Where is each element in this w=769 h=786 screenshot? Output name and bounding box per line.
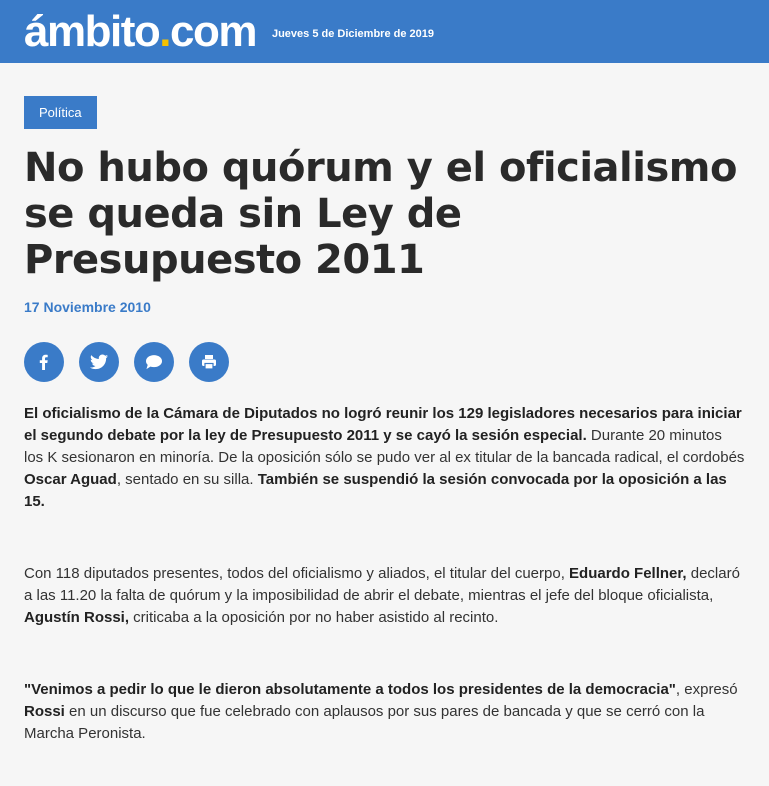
logo-tld: com (169, 6, 257, 56)
facebook-icon (39, 354, 48, 370)
p2-text-1: Con 118 diputados presentes, todos del o… (24, 565, 570, 582)
publish-date: 17 Noviembre 2010 (24, 299, 151, 315)
p2-bold-1: Eduardo Fellner, (569, 565, 687, 582)
p3-bold-2: Rossi (24, 703, 65, 720)
article-paragraph-1: El oficialismo de la Cámara de Diputados… (24, 403, 745, 513)
facebook-share-button[interactable] (24, 342, 64, 382)
p1-text-2: , sentado en su silla. (116, 471, 258, 488)
site-header: ámbito.com Jueves 5 de Diciembre de 2019 (0, 0, 769, 63)
share-bar (24, 342, 745, 382)
article-title: No hubo quórum y el oficialismo se queda… (24, 145, 737, 283)
comment-icon (146, 355, 162, 370)
site-logo[interactable]: ámbito.com (24, 6, 257, 56)
comment-button[interactable] (134, 342, 174, 382)
print-button[interactable] (189, 342, 229, 382)
logo-main: ámbito (24, 6, 161, 56)
p3-text-1: , expresó (675, 681, 738, 698)
p2-text-3: criticaba a la oposición por no haber as… (129, 609, 499, 626)
print-icon (202, 355, 216, 370)
article: Política No hubo quórum y el oficialismo… (0, 63, 769, 745)
header-date: Jueves 5 de Diciembre de 2019 (271, 27, 434, 40)
p3-text-2: en un discurso que fue celebrado con apl… (24, 703, 705, 742)
section-tag[interactable]: Política (24, 96, 97, 129)
twitter-icon (90, 354, 108, 370)
p1-bold-2: Oscar Aguad (24, 471, 117, 488)
p3-bold-1: "Venimos a pedir lo que le dieron absolu… (24, 681, 676, 698)
article-paragraph-2: Con 118 diputados presentes, todos del o… (24, 563, 745, 629)
p2-bold-2: Agustín Rossi, (24, 609, 130, 626)
article-paragraph-3: "Venimos a pedir lo que le dieron absolu… (24, 679, 745, 745)
logo-dot: . (159, 6, 171, 56)
twitter-share-button[interactable] (79, 342, 119, 382)
